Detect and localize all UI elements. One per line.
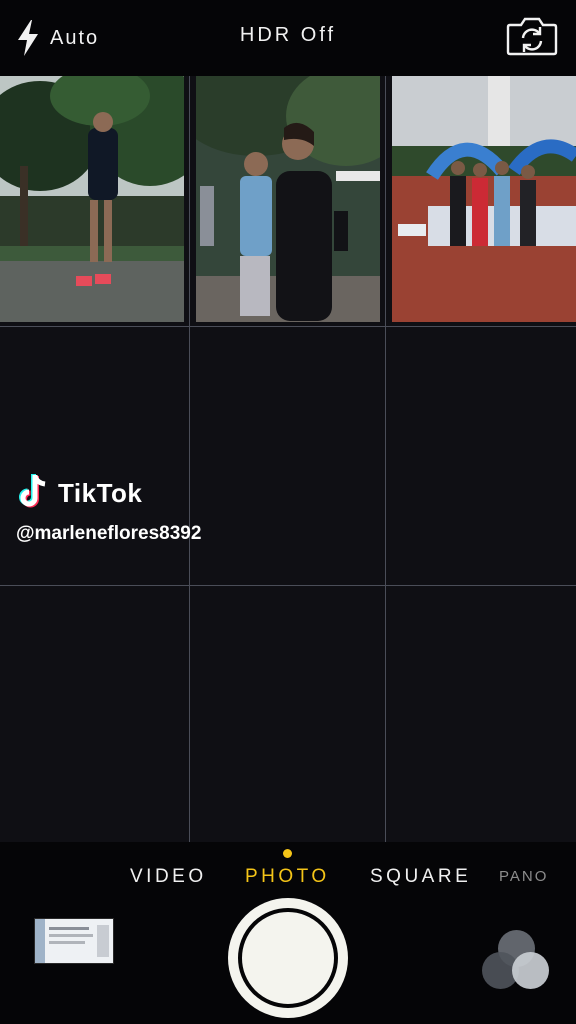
photo-woman-in-park — [0, 76, 184, 322]
photo-group-dancing — [196, 76, 380, 322]
mode-video[interactable]: VIDEO — [130, 866, 207, 888]
photo-group-posing — [392, 76, 576, 322]
last-photo-thumbnail[interactable] — [34, 918, 114, 964]
camera-switch-button[interactable] — [506, 16, 558, 61]
mode-selector[interactable]: VIDEO PHOTO SQUARE PANO — [0, 866, 576, 890]
grid-line-horizontal-2 — [0, 585, 576, 586]
tiktok-username: @marleneflores8392 — [16, 523, 202, 544]
mode-photo[interactable]: PHOTO — [245, 866, 330, 888]
camera-bottom-bar: VIDEO PHOTO SQUARE PANO — [0, 842, 576, 1024]
hdr-toggle[interactable]: HDR Off — [0, 24, 576, 47]
grid-line-vertical-2 — [385, 76, 386, 842]
camera-viewfinder[interactable]: TikTok @marleneflores8392 — [0, 76, 576, 842]
tiktok-watermark: TikTok @marleneflores8392 — [16, 472, 201, 545]
camera-top-bar: Auto HDR Off — [0, 0, 576, 76]
filters-button[interactable] — [482, 930, 552, 994]
camera-switch-icon — [506, 17, 558, 60]
tiktok-logo-icon — [16, 472, 52, 515]
grid-line-horizontal-1 — [0, 326, 576, 327]
mode-square[interactable]: SQUARE — [370, 866, 471, 888]
shutter-button[interactable] — [228, 898, 348, 1018]
grid-line-vertical-1 — [189, 76, 190, 842]
mode-pano[interactable]: PANO — [499, 868, 548, 885]
shutter-inner-ring — [238, 908, 338, 1008]
tiktok-brand: TikTok — [58, 478, 143, 508]
selected-mode-indicator — [283, 849, 292, 858]
